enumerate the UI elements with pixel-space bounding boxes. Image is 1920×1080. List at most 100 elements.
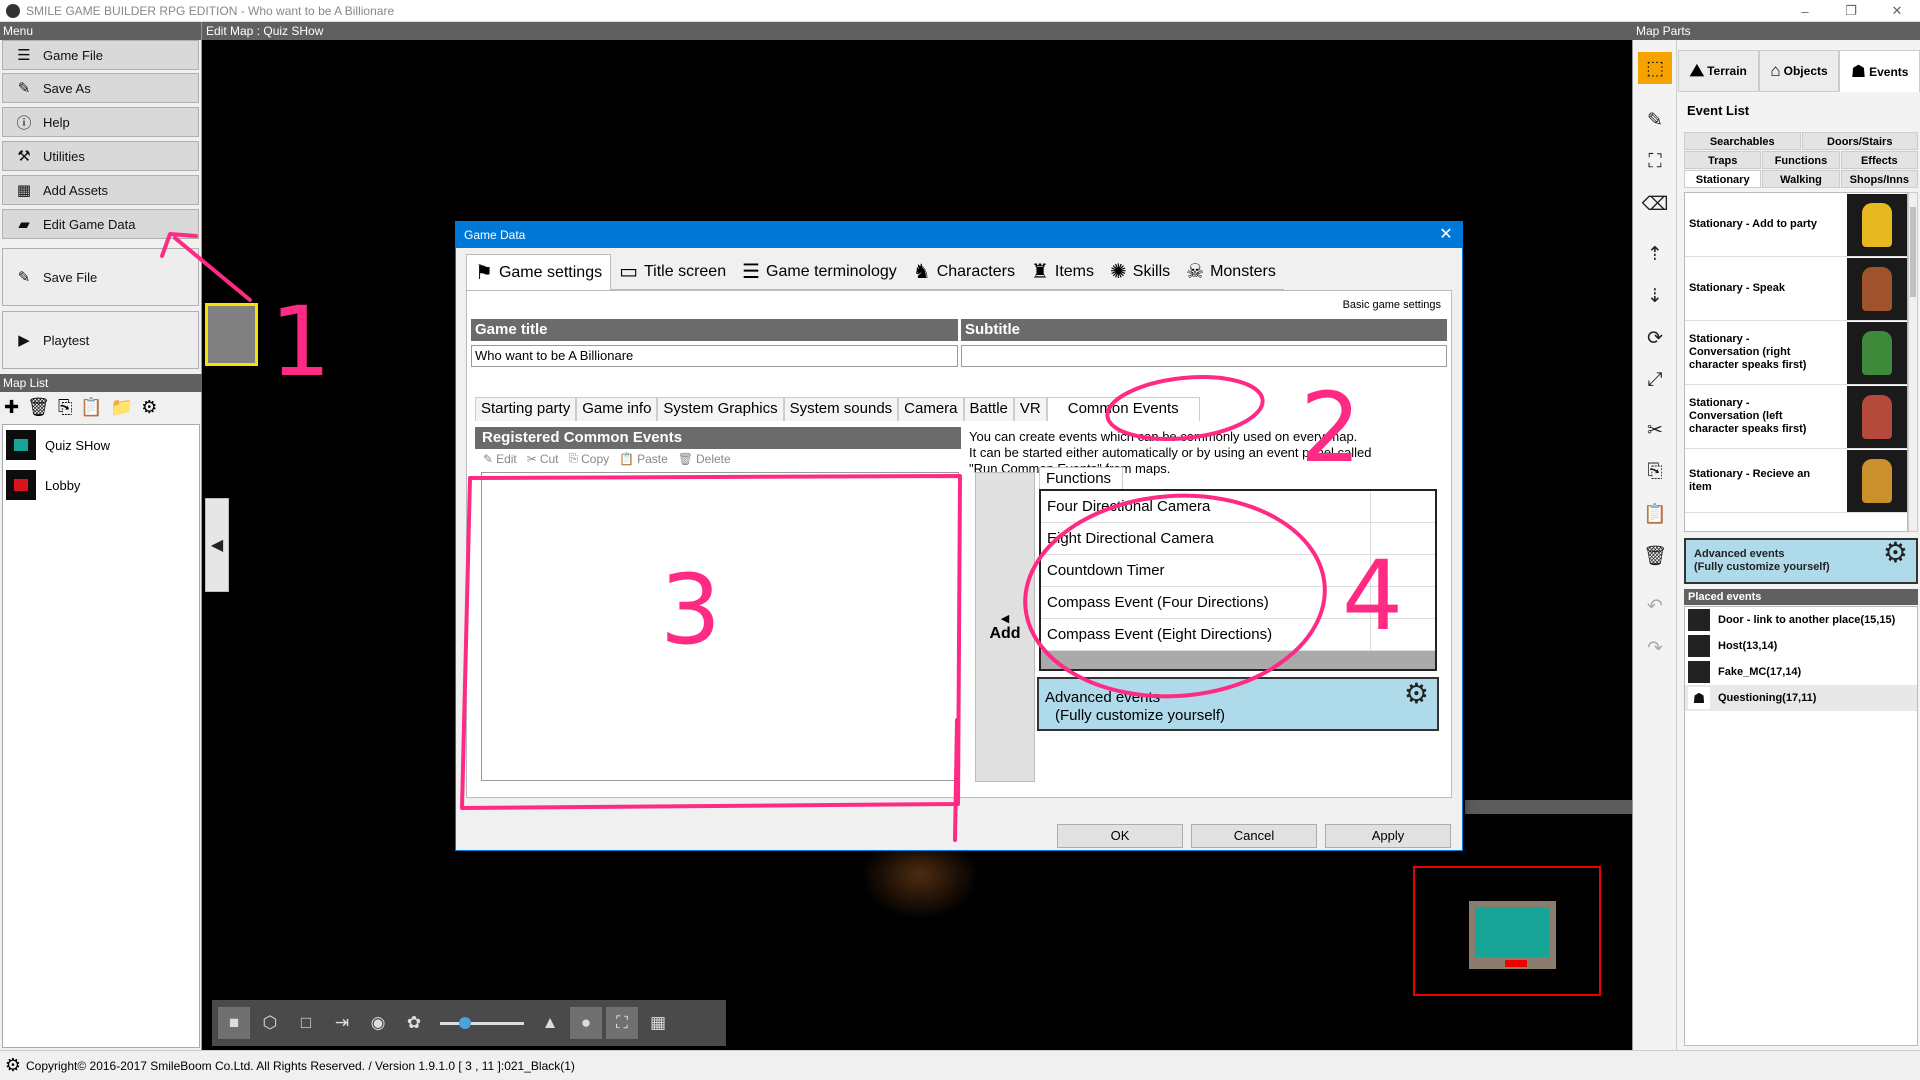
pencil-icon[interactable]: ✎ bbox=[1638, 104, 1672, 136]
tab-skills[interactable]: ✺ Skills bbox=[1102, 254, 1179, 290]
game-file-button[interactable]: ☰ Game File bbox=[2, 40, 199, 70]
tab-game-terminology[interactable]: ☰ Game terminology bbox=[734, 254, 905, 290]
map-item-lobby[interactable]: Lobby bbox=[3, 465, 199, 505]
folder-icon[interactable]: 📁 bbox=[111, 397, 133, 418]
paste-button[interactable]: 📋 Paste bbox=[619, 451, 668, 466]
category-walking[interactable]: Walking bbox=[1762, 170, 1840, 188]
add-map-icon[interactable]: ✚ bbox=[4, 397, 19, 418]
tab-items[interactable]: ♜ Items bbox=[1022, 254, 1103, 290]
add-assets-button[interactable]: ▦ Add Assets bbox=[2, 175, 199, 205]
camera-move-icon[interactable]: ⇥ bbox=[326, 1007, 358, 1039]
list-item[interactable]: Host(13,14) bbox=[1685, 633, 1917, 659]
redo-icon[interactable]: ↷ bbox=[1638, 632, 1672, 664]
rotate-tool-icon[interactable]: ⟳ bbox=[1638, 322, 1672, 354]
tab-game-settings[interactable]: ⚑ Game settings bbox=[466, 254, 612, 290]
cube-view-icon[interactable]: ⬡ bbox=[254, 1007, 286, 1039]
delete-map-icon[interactable]: 🗑 bbox=[27, 397, 50, 418]
lightbulb-icon[interactable]: ● bbox=[570, 1007, 602, 1039]
stamp-icon[interactable]: ⛶ bbox=[1638, 146, 1672, 178]
close-button[interactable]: ✕ bbox=[1874, 0, 1920, 22]
collapse-panel-button[interactable]: ◀ bbox=[205, 498, 229, 592]
tab-monsters[interactable]: ☠ Monsters bbox=[1178, 254, 1284, 290]
subtitle-input[interactable] bbox=[961, 345, 1447, 367]
category-effects[interactable]: Effects bbox=[1840, 151, 1918, 169]
tab-camera[interactable]: Camera bbox=[898, 397, 964, 421]
scrollbar-thumb[interactable] bbox=[1910, 207, 1916, 297]
category-traps[interactable]: Traps bbox=[1684, 151, 1762, 169]
category-functions[interactable]: Functions bbox=[1762, 151, 1840, 169]
advanced-events-button[interactable]: Advanced events (Fully customize yoursel… bbox=[1684, 538, 1918, 584]
copy-button[interactable]: ⎘ Copy bbox=[569, 451, 610, 466]
list-item[interactable]: ☗ Questioning(17,11) bbox=[1685, 685, 1917, 711]
tab-events[interactable]: ☗ Events bbox=[1839, 50, 1920, 92]
gear-icon[interactable]: ⚙ bbox=[141, 397, 157, 418]
mountain-icon[interactable]: ▲ bbox=[534, 1007, 566, 1039]
category-doors-stairs[interactable]: Doors/Stairs bbox=[1801, 132, 1918, 150]
tab-vr[interactable]: VR bbox=[1013, 397, 1047, 421]
camera-icon[interactable]: ■ bbox=[218, 1007, 250, 1039]
tab-system-graphics[interactable]: System Graphics bbox=[657, 397, 784, 421]
paste-map-icon[interactable]: 📋 bbox=[80, 397, 102, 418]
tab-functions[interactable]: Functions bbox=[1039, 467, 1123, 489]
playtest-button[interactable]: ▶ Playtest bbox=[2, 311, 199, 369]
list-item[interactable]: Stationary - Recieve an item bbox=[1685, 449, 1907, 513]
paste-tool-icon[interactable]: 📋 bbox=[1638, 498, 1672, 530]
minimize-button[interactable]: – bbox=[1782, 0, 1828, 22]
maximize-button[interactable]: ❐ bbox=[1828, 0, 1874, 22]
square-view-icon[interactable]: □ bbox=[290, 1007, 322, 1039]
list-item[interactable]: Stationary - Conversation (left characte… bbox=[1685, 385, 1907, 449]
category-searchables[interactable]: Searchables bbox=[1684, 132, 1801, 150]
close-icon[interactable]: ✕ bbox=[1436, 222, 1456, 248]
help-button[interactable]: ⓘ Help bbox=[2, 107, 199, 137]
delete-button[interactable]: 🗑 Delete bbox=[678, 451, 731, 466]
zoom-slider[interactable] bbox=[440, 1016, 524, 1029]
tab-characters[interactable]: ♞ Characters bbox=[904, 254, 1023, 290]
scissors-icon[interactable]: ✂ bbox=[1638, 414, 1672, 446]
tab-common-events[interactable]: Common Events bbox=[1046, 397, 1200, 421]
flower-icon[interactable]: ✿ bbox=[398, 1007, 430, 1039]
tab-objects[interactable]: ⌂ Objects bbox=[1758, 50, 1840, 92]
lower-icon[interactable]: ⇣ bbox=[1638, 280, 1672, 312]
tab-game-info[interactable]: Game info bbox=[576, 397, 658, 421]
copy-map-icon[interactable]: ⎘ bbox=[58, 397, 72, 418]
copy-tool-icon[interactable]: ⎘ bbox=[1638, 456, 1672, 488]
zoom-slider-knob[interactable] bbox=[459, 1016, 472, 1029]
tab-title-screen[interactable]: ▭ Title screen bbox=[611, 254, 735, 290]
list-item[interactable]: Stationary - Conversation (right charact… bbox=[1685, 321, 1907, 385]
cut-button[interactable]: ✂ Cut bbox=[527, 451, 559, 466]
tab-battle[interactable]: Battle bbox=[963, 397, 1014, 421]
list-item[interactable]: Stationary - Speak bbox=[1685, 257, 1907, 321]
tab-system-sounds[interactable]: System sounds bbox=[783, 397, 899, 421]
event-list-scrollbar[interactable] bbox=[1908, 192, 1918, 532]
fullscreen-icon[interactable]: ⛶ bbox=[606, 1007, 638, 1039]
category-shops-inns[interactable]: Shops/Inns bbox=[1840, 170, 1918, 188]
list-item[interactable]: Fake_MC(17,14) bbox=[1685, 659, 1917, 685]
map-item-quiz-show[interactable]: Quiz SHow bbox=[3, 425, 199, 465]
apply-button[interactable]: Apply bbox=[1325, 824, 1451, 848]
save-as-button[interactable]: ✎ Save As bbox=[2, 73, 199, 103]
add-button[interactable]: ◀ Add bbox=[975, 472, 1035, 782]
rotate-icon[interactable]: ◉ bbox=[362, 1007, 394, 1039]
edit-button[interactable]: ✎ Edit bbox=[483, 451, 517, 466]
edit-game-data-button[interactable]: ▰ Edit Game Data bbox=[2, 209, 199, 239]
table-row[interactable]: Four Directional Camera bbox=[1041, 491, 1435, 523]
trash-icon[interactable]: 🗑 bbox=[1638, 540, 1672, 572]
expand-icon[interactable]: ⤢ bbox=[1638, 364, 1672, 396]
game-title-input[interactable]: Who want to be A Billionare bbox=[471, 345, 958, 367]
undo-icon[interactable]: ↶ bbox=[1638, 590, 1672, 622]
category-stationary[interactable]: Stationary bbox=[1684, 170, 1762, 188]
grid-toggle-icon[interactable]: ▦ bbox=[642, 1007, 674, 1039]
raise-icon[interactable]: ⇡ bbox=[1638, 238, 1672, 270]
cancel-button[interactable]: Cancel bbox=[1191, 824, 1317, 848]
tab-terrain[interactable]: ⛰ Terrain bbox=[1678, 50, 1759, 92]
utilities-button[interactable]: ⚒ Utilities bbox=[2, 141, 199, 171]
tab-starting-party[interactable]: Starting party bbox=[475, 397, 577, 421]
list-item[interactable]: Stationary - Add to party bbox=[1685, 193, 1907, 257]
advanced-events-button[interactable]: Advanced events (Fully customize yoursel… bbox=[1037, 677, 1439, 731]
ok-button[interactable]: OK bbox=[1057, 824, 1183, 848]
minimap[interactable] bbox=[1413, 866, 1601, 996]
select-tool-icon[interactable]: ⬚ bbox=[1638, 52, 1672, 84]
eraser-icon[interactable]: ⌫ bbox=[1638, 188, 1672, 220]
list-item[interactable]: Door - link to another place(15,15) bbox=[1685, 607, 1917, 633]
save-file-button[interactable]: ✎ Save File bbox=[2, 248, 199, 306]
